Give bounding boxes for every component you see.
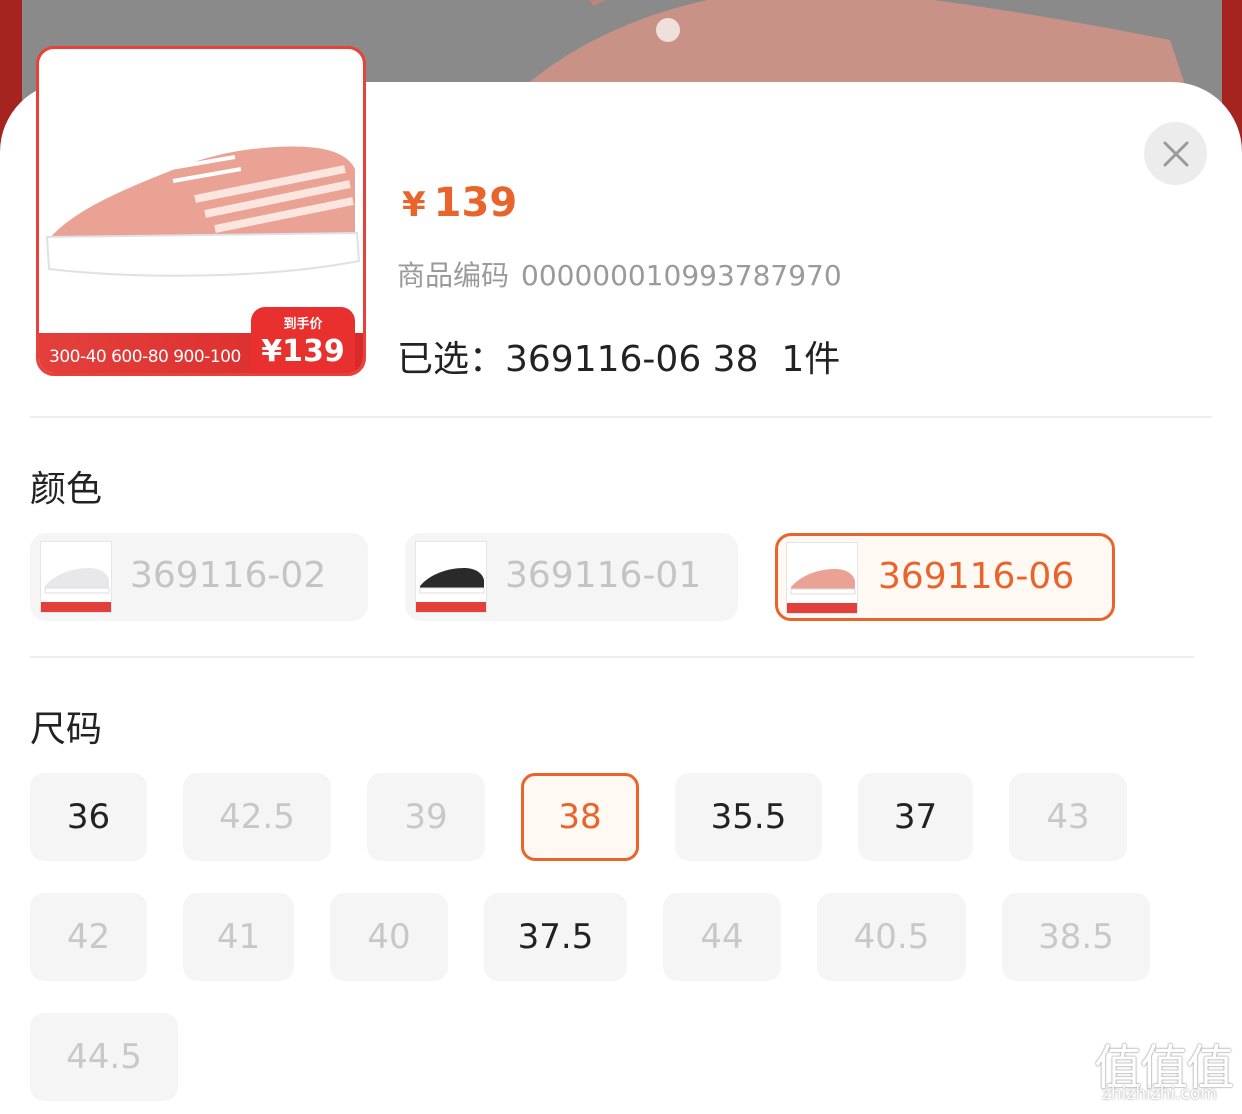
product-thumbnail[interactable]: 300-40 600-80 900-100 到手价 ¥139 bbox=[36, 46, 366, 376]
color-option-369116-06[interactable]: 369116-06 bbox=[775, 533, 1115, 621]
promo-tag-label: 到手价 bbox=[283, 317, 323, 332]
product-code-value: 000000010993787970 bbox=[521, 259, 842, 292]
divider-color bbox=[30, 656, 1194, 658]
divider-header bbox=[30, 416, 1212, 418]
size-option-42[interactable]: 42 bbox=[30, 893, 147, 981]
color-section-title: 颜色 bbox=[30, 469, 103, 510]
color-swatch-image bbox=[415, 541, 487, 613]
selected-summary: 已选：369116-06 38 1件 bbox=[397, 339, 841, 380]
color-option-label: 369116-02 bbox=[130, 555, 327, 596]
size-option-43[interactable]: 43 bbox=[1009, 773, 1127, 861]
size-option-40[interactable]: 40 bbox=[330, 893, 448, 981]
close-icon bbox=[1163, 141, 1188, 166]
promo-thresholds: 300-40 600-80 900-100 bbox=[49, 347, 241, 367]
color-option-label: 369116-01 bbox=[505, 555, 702, 596]
size-option-44[interactable]: 44 bbox=[663, 893, 781, 981]
size-option-35-5[interactable]: 35.5 bbox=[675, 773, 822, 861]
size-option-38-5[interactable]: 38.5 bbox=[1002, 893, 1150, 981]
product-price: ¥139 bbox=[402, 180, 517, 226]
promo-tag-price: ¥139 bbox=[261, 334, 345, 369]
shoe-image bbox=[45, 146, 361, 277]
price-value: 139 bbox=[433, 180, 518, 226]
product-code: 商品编码 000000010993787970 bbox=[397, 254, 842, 294]
size-option-38[interactable]: 38 bbox=[521, 773, 639, 861]
size-option-40-5[interactable]: 40.5 bbox=[817, 893, 966, 981]
promo-price-tag: 到手价 ¥139 bbox=[251, 307, 355, 373]
color-option-369116-01[interactable]: 369116-01 bbox=[405, 533, 738, 621]
size-option-44-5[interactable]: 44.5 bbox=[30, 1013, 178, 1101]
size-option-37-5[interactable]: 37.5 bbox=[484, 893, 627, 981]
color-swatch-image bbox=[40, 541, 112, 613]
color-swatch-image bbox=[786, 542, 858, 614]
currency-symbol: ¥ bbox=[402, 185, 426, 225]
color-option-label: 369116-06 bbox=[878, 556, 1075, 597]
size-section-title: 尺码 bbox=[30, 709, 103, 750]
close-button[interactable] bbox=[1144, 122, 1207, 185]
watermark-url: zhizhizhi.com bbox=[1102, 1084, 1217, 1104]
color-option-369116-02[interactable]: 369116-02 bbox=[30, 533, 368, 621]
size-option-37[interactable]: 37 bbox=[858, 773, 973, 861]
product-code-label: 商品编码 bbox=[397, 259, 510, 292]
watermark: 值值值 zhizhizhi.com bbox=[1090, 1028, 1240, 1108]
size-option-39[interactable]: 39 bbox=[367, 773, 485, 861]
size-option-36[interactable]: 36 bbox=[30, 773, 147, 861]
size-option-42-5[interactable]: 42.5 bbox=[183, 773, 331, 861]
size-option-41[interactable]: 41 bbox=[183, 893, 294, 981]
